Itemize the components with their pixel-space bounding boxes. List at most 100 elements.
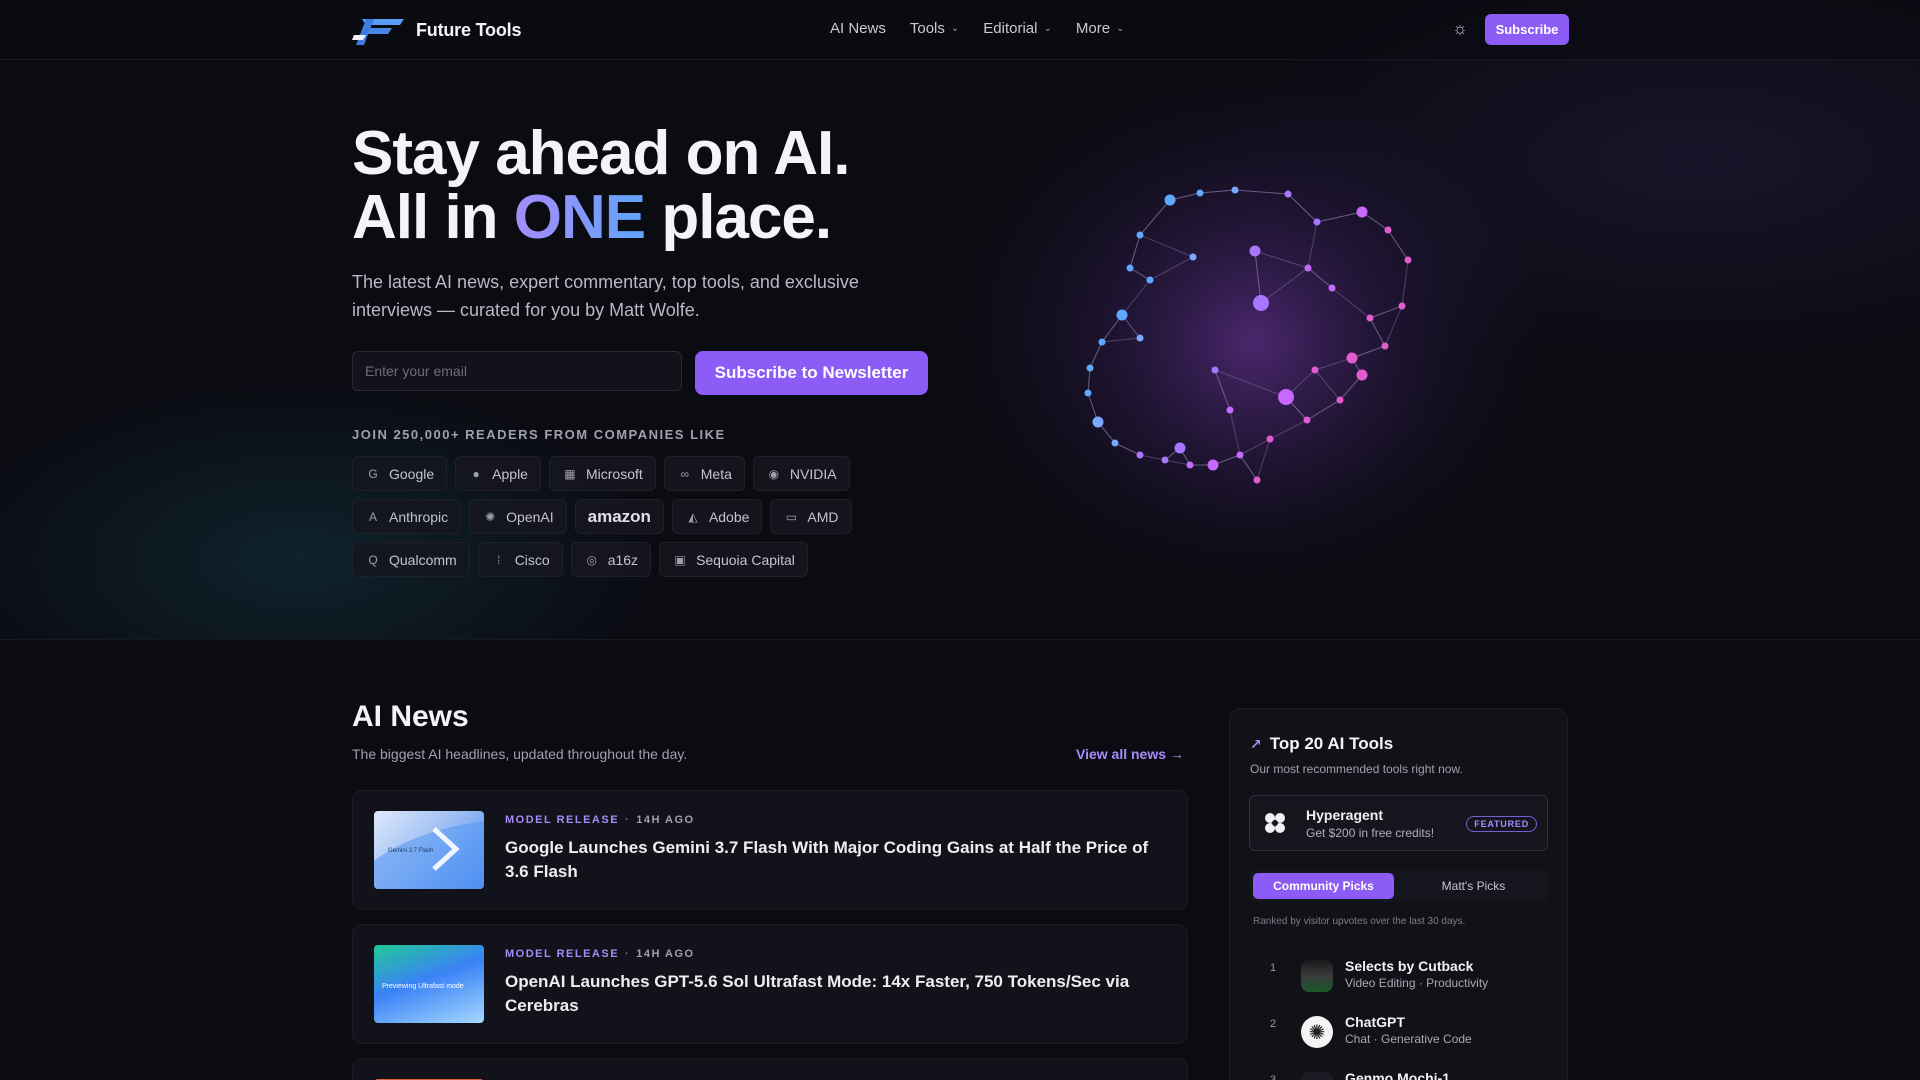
- network-node: [1398, 302, 1406, 310]
- thumb-caption: Previewing Ultrafast mode: [382, 983, 464, 990]
- top-tools-title: Top 20 AI Tools: [1269, 734, 1394, 753]
- nav-links: AI News Tools ⌄ Editorial ⌄ More ⌄: [830, 20, 1124, 37]
- ranked-note: Ranked by visitor upvotes over the last …: [1253, 916, 1466, 927]
- company-name: Anthropic: [389, 508, 449, 525]
- news-headline[interactable]: OpenAI Launches GPT-5.6 Sol Ultrafast Mo…: [505, 970, 1155, 1018]
- meta-icon: ∞: [680, 466, 690, 481]
- cisco-icon: ⁞: [497, 552, 501, 567]
- network-node: [1211, 366, 1219, 374]
- network-node: [1278, 389, 1294, 405]
- company-name: Cisco: [514, 551, 550, 568]
- subscribe-button[interactable]: Subscribe: [1485, 14, 1569, 45]
- company-name: NVIDIA: [789, 465, 837, 482]
- network-node: [1404, 256, 1412, 264]
- network-node: [1284, 190, 1292, 198]
- network-node: [1253, 476, 1261, 484]
- trending-up-icon: ↗: [1250, 735, 1262, 752]
- view-all-news-link[interactable]: View all news →: [1076, 746, 1184, 762]
- nav-more[interactable]: More ⌄: [1076, 20, 1125, 37]
- network-globe-illustration: [1055, 160, 1455, 540]
- rank-number: 1: [1270, 962, 1277, 974]
- network-node: [1226, 406, 1234, 414]
- tool-name: ChatGPT: [1345, 1014, 1405, 1030]
- amd-icon: ▭: [785, 509, 798, 524]
- company-sequoia: ▣ Sequoia Capital: [659, 542, 808, 577]
- network-node: [1266, 435, 1274, 443]
- company-anthropic: A Anthropic: [352, 499, 462, 534]
- top-navbar: Future Tools AI News Tools ⌄ Editorial ⌄ M…: [0, 0, 1920, 60]
- network-node: [1336, 396, 1344, 404]
- top-tool-row[interactable]: 1 Selects by Cutback Video Editing · Pro…: [1250, 956, 1550, 996]
- news-meta: MODEL RELEASE · 14H AGO: [505, 948, 695, 960]
- tab-community-picks[interactable]: Community Picks: [1253, 873, 1394, 899]
- company-name: Sequoia Capital: [696, 551, 795, 568]
- network-node: [1084, 389, 1092, 397]
- network-node: [1249, 245, 1261, 257]
- tab-matts-picks[interactable]: Matt's Picks: [1403, 873, 1544, 899]
- news-headline[interactable]: Google Launches Gemini 3.7 Flash With Ma…: [505, 836, 1155, 884]
- news-card[interactable]: Gemini 3.7 Flash MODEL RELEASE · 14H AGO G…: [352, 790, 1188, 910]
- nav-tools[interactable]: Tools ⌄: [910, 20, 959, 37]
- top-tool-row[interactable]: 3 Genmo Mochi-1: [1250, 1068, 1550, 1080]
- anthropic-icon: A: [368, 509, 377, 524]
- company-amazon: amazon: [574, 499, 664, 534]
- meta-separator: ·: [625, 948, 631, 960]
- news-thumbnail: Previewing Ultrafast mode: [374, 945, 484, 1023]
- company-name: Meta: [700, 465, 732, 482]
- top-tools-heading: ↗ Top 20 AI Tools: [1250, 734, 1393, 754]
- tool-name: Selects by Cutback: [1345, 958, 1474, 974]
- network-node: [1253, 295, 1269, 311]
- network-node: [1231, 186, 1239, 194]
- future-tools-logo-icon: [352, 19, 404, 45]
- network-node: [1356, 206, 1368, 218]
- nav-editorial[interactable]: Editorial ⌄: [983, 20, 1052, 37]
- top-tool-row[interactable]: 2 ✺ ChatGPT Chat · Generative Code: [1250, 1012, 1550, 1052]
- network-node: [1092, 416, 1104, 428]
- tool-categories: Chat · Generative Code: [1345, 1032, 1472, 1046]
- meta-separator: ·: [625, 814, 631, 826]
- news-category: MODEL RELEASE: [505, 948, 620, 960]
- hero-heading-line1: Stay ahead on AI.: [352, 119, 850, 188]
- a16z-icon: ◎: [586, 552, 597, 567]
- news-card[interactable]: Previewing Ultrafast mode MODEL RELEASE ·…: [352, 924, 1188, 1044]
- nav-tools-label: Tools: [909, 20, 945, 37]
- google-icon: G: [368, 466, 378, 481]
- network-node: [1328, 284, 1336, 292]
- microsoft-icon: ▦: [564, 466, 576, 481]
- news-timestamp: 14H AGO: [636, 814, 695, 826]
- network-node: [1174, 442, 1186, 454]
- company-name: Microsoft: [585, 465, 643, 482]
- hyperagent-logo-icon: [1265, 813, 1285, 833]
- ai-news-heading: AI News: [352, 700, 469, 733]
- company-a16z: ◎ a16z: [570, 542, 652, 577]
- gemini-thumb-graphic: Gemini 3.7 Flash: [374, 821, 484, 889]
- hero-heading: Stay ahead on AI. All in ONE place.: [352, 122, 850, 250]
- news-card[interactable]: [352, 1058, 1188, 1080]
- featured-tool-desc: Get $200 in free credits!: [1306, 826, 1435, 840]
- brand-logo[interactable]: Future Tools: [352, 13, 521, 47]
- email-input[interactable]: [352, 351, 682, 391]
- hero-heading-line2: All in ONE place.: [352, 186, 850, 250]
- network-node: [1311, 366, 1319, 374]
- company-nvidia: ◉ NVIDIA: [752, 456, 850, 491]
- theme-toggle-sun-icon[interactable]: ☼: [1450, 19, 1470, 39]
- chevron-down-icon: ⌄: [1043, 23, 1052, 34]
- network-node: [1161, 456, 1169, 464]
- network-node: [1384, 226, 1392, 234]
- network-node: [1381, 342, 1389, 350]
- network-node: [1146, 276, 1154, 284]
- featured-badge: FEATURED: [1466, 816, 1537, 832]
- subscribe-newsletter-button[interactable]: Subscribe to Newsletter: [695, 351, 928, 395]
- genmo-logo-icon: [1301, 1072, 1333, 1080]
- network-node: [1136, 231, 1144, 239]
- nav-ai-news[interactable]: AI News: [830, 20, 886, 37]
- hero-line2-post: place.: [645, 183, 832, 252]
- nav-more-label: More: [1075, 20, 1111, 37]
- network-node: [1366, 314, 1374, 322]
- qualcomm-icon: Q: [368, 552, 378, 567]
- network-node: [1164, 194, 1176, 206]
- top-tools-subtitle: Our most recommended tools right now.: [1250, 762, 1463, 776]
- top-tools-panel: ↗ Top 20 AI Tools Our most recommended t…: [1229, 708, 1568, 1080]
- company-meta: ∞ Meta: [663, 456, 745, 491]
- featured-tool-card[interactable]: Hyperagent Get $200 in free credits! FEA…: [1249, 795, 1548, 851]
